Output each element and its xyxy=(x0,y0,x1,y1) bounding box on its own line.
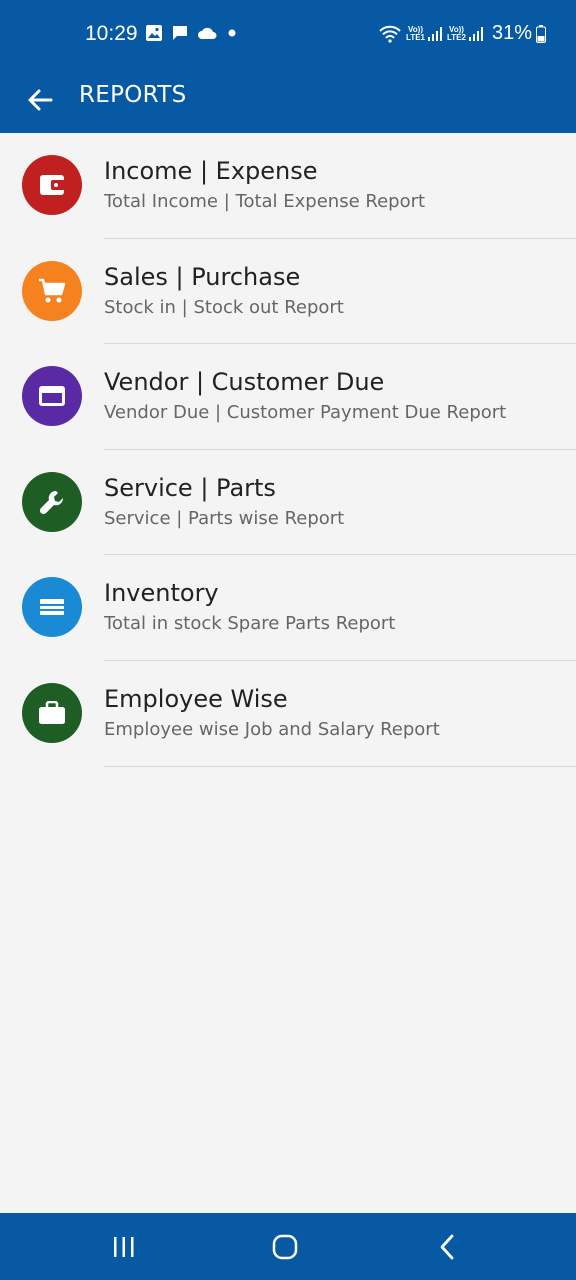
credit-card-icon xyxy=(39,386,65,407)
sim1-indicator: Vo)) LTE1 xyxy=(406,25,443,42)
report-title: Inventory xyxy=(104,579,219,608)
recent-apps-icon xyxy=(114,1237,134,1257)
home-button[interactable] xyxy=(265,1229,305,1265)
battery-percentage: 31% xyxy=(491,22,532,44)
report-item-service-parts[interactable]: Service | Parts Service | Parts wise Rep… xyxy=(0,450,576,556)
report-item-sales-purchase[interactable]: Sales | Purchase Stock in | Stock out Re… xyxy=(0,239,576,345)
status-bar: 10:29 Vo)) LTE1 Vo)) LTE2 31% xyxy=(0,0,576,70)
report-title: Income | Expense xyxy=(104,157,318,185)
app-bar: REPORTS xyxy=(0,70,576,133)
gallery-icon xyxy=(146,25,162,41)
signal-icon xyxy=(468,26,483,41)
report-subtitle: Vendor Due | Customer Payment Due Report xyxy=(104,402,507,424)
divider xyxy=(104,765,576,767)
report-subtitle: Total Income | Total Expense Report xyxy=(104,191,426,212)
report-subtitle: Total in stock Spare Parts Report xyxy=(104,613,396,635)
dot-icon xyxy=(228,29,236,37)
arrow-left-icon xyxy=(28,89,53,111)
report-subtitle: Service | Parts wise Report xyxy=(104,507,345,529)
report-item-vendor-customer-due[interactable]: Vendor | Customer Due Vendor Due | Custo… xyxy=(0,344,576,450)
report-title: Vendor | Customer Due xyxy=(104,368,385,397)
icon-circle xyxy=(22,155,82,215)
sim2-label: LTE2 xyxy=(447,32,466,42)
system-nav-bar xyxy=(0,1213,576,1280)
back-button[interactable] xyxy=(20,80,60,120)
icon-circle xyxy=(22,471,82,532)
cart-icon xyxy=(39,278,66,303)
page-title: REPORTS xyxy=(79,82,187,108)
wrench-icon xyxy=(39,490,64,514)
wifi-icon xyxy=(379,25,401,43)
report-subtitle: Employee wise Job and Salary Report xyxy=(104,718,440,740)
report-item-employee-wise[interactable]: Employee Wise Employee wise Job and Sala… xyxy=(0,661,576,767)
status-time: 10:29 xyxy=(85,22,138,45)
report-title: Service | Parts xyxy=(104,473,276,502)
cloud-icon xyxy=(198,27,217,39)
battery-icon xyxy=(536,24,546,43)
sim2-indicator: Vo)) LTE2 xyxy=(447,25,484,42)
report-subtitle: Stock in | Stock out Report xyxy=(104,296,344,318)
back-nav-button[interactable] xyxy=(427,1229,467,1265)
icon-circle xyxy=(22,260,82,321)
report-title: Employee Wise xyxy=(104,684,288,713)
message-icon xyxy=(173,26,187,40)
icon-circle xyxy=(22,366,82,427)
inventory-icon xyxy=(40,599,64,616)
home-icon xyxy=(272,1234,298,1260)
report-title: Sales | Purchase xyxy=(104,262,301,291)
recent-apps-button[interactable] xyxy=(104,1229,144,1265)
report-list: Income | Expense Total Income | Total Ex… xyxy=(0,133,576,767)
sim1-label: LTE1 xyxy=(406,32,425,42)
signal-icon xyxy=(428,26,442,41)
report-item-income-expense[interactable]: Income | Expense Total Income | Total Ex… xyxy=(0,133,576,239)
briefcase-icon xyxy=(39,700,65,724)
chevron-left-icon xyxy=(440,1234,454,1260)
icon-circle xyxy=(22,577,82,638)
icon-circle xyxy=(22,682,82,743)
wallet-icon xyxy=(40,175,65,195)
report-item-inventory[interactable]: Inventory Total in stock Spare Parts Rep… xyxy=(0,555,576,661)
